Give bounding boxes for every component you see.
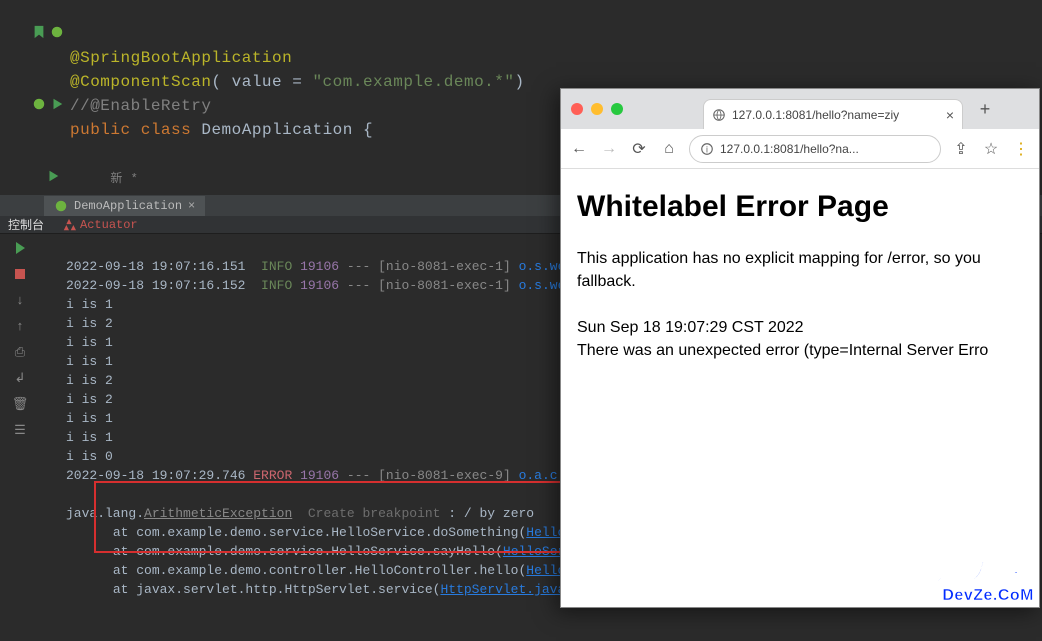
window-controls[interactable] [571,103,623,115]
wrap-icon[interactable]: ↲ [12,370,28,386]
log-line: 2022-09-18 19:07:29.746 ERROR 19106 --- … [66,468,573,483]
share-icon[interactable]: ⇪ [951,139,971,159]
home-button[interactable]: ⌂ [659,140,679,158]
stop-icon[interactable] [12,266,28,282]
reload-button[interactable]: ⟳ [629,139,649,159]
more-icon[interactable]: ☰ [12,422,28,438]
rerun-icon[interactable] [12,240,28,256]
log-line: i is 2 [66,373,113,388]
tab-console[interactable]: 控制台 [8,216,44,233]
annotation: @ComponentScan [70,73,211,91]
run-config-label: DemoApplication [74,199,182,213]
run-config-tab[interactable]: DemoApplication × [44,196,205,216]
svg-text:i: i [706,144,708,154]
run-play-icon[interactable] [50,97,64,115]
stack-line: at com.example.demo.service.HelloService… [66,525,604,540]
globe-icon [712,108,726,122]
run-toolbar: ↓ ↑ ⎙ ↲ 🗑 ☰ [0,234,40,641]
browser-window: 127.0.0.1:8081/hello?name=ziy × + ← → ⟳ … [560,88,1040,608]
tab-title: 127.0.0.1:8081/hello?name=ziy [732,108,940,122]
url-text: 127.0.0.1:8081/hello?na... [720,142,859,156]
minimize-window-icon[interactable] [591,103,603,115]
forward-button[interactable]: → [599,140,619,158]
comment: //@EnableRetry [70,97,211,115]
watermark: 开 发 者 DevZe.CoM [936,555,1034,605]
bookmark-icon[interactable] [32,25,46,43]
trash-icon[interactable]: 🗑 [12,396,28,412]
error-detail: There was an unexpected error (type=Inte… [577,339,1023,362]
close-icon[interactable]: × [188,199,195,213]
editor-gutter [0,0,70,195]
error-title: Whitelabel Error Page [577,185,1023,229]
tab-actuator[interactable]: Actuator [62,218,138,232]
spring-icon[interactable] [50,25,64,43]
annotation: @SpringBootApplication [70,49,292,67]
new-tab-button[interactable]: + [973,99,997,120]
run-class-icon[interactable] [32,97,46,115]
browser-tab[interactable]: 127.0.0.1:8081/hello?name=ziy × [703,99,963,129]
stack-line: at javax.servlet.http.HttpServlet.servic… [66,582,565,597]
browser-titlebar: 127.0.0.1:8081/hello?name=ziy × + [561,89,1039,129]
log-line: 2022-09-18 19:07:16.151 INFO 19106 --- [… [66,259,573,274]
tab-close-icon[interactable]: × [946,107,954,123]
log-line: i is 1 [66,335,113,350]
stack-line: at com.example.demo.service.HelloService… [66,544,589,559]
log-line: i is 1 [66,411,113,426]
change-marker: 新 * [110,172,138,186]
log-line: i is 0 [66,449,113,464]
exception-line: java.lang.ArithmeticException Create bre… [66,506,534,521]
log-line: i is 1 [66,430,113,445]
filter-icon[interactable]: ⎙ [12,344,28,360]
info-icon: i [700,142,714,156]
log-line: i is 2 [66,392,113,407]
down-icon[interactable]: ↓ [12,292,28,308]
back-button[interactable]: ← [569,140,589,158]
maximize-window-icon[interactable] [611,103,623,115]
browser-toolbar: ← → ⟳ ⌂ i 127.0.0.1:8081/hello?na... ⇪ ☆… [561,129,1039,169]
page-content: Whitelabel Error Page This application h… [561,169,1039,607]
log-line: 2022-09-18 19:07:16.152 INFO 19106 --- [… [66,278,573,293]
close-window-icon[interactable] [571,103,583,115]
error-desc: This application has no explicit mapping… [577,247,1023,293]
spring-icon [54,199,68,213]
log-line: i is 1 [66,297,113,312]
log-line: i is 2 [66,316,113,331]
up-icon[interactable]: ↑ [12,318,28,334]
stack-line: at com.example.demo.controller.HelloCont… [66,563,581,578]
log-line: i is 1 [66,354,113,369]
address-bar[interactable]: i 127.0.0.1:8081/hello?na... [689,135,941,163]
extensions-icon[interactable]: ⋮ [1011,139,1031,159]
error-timestamp: Sun Sep 18 19:07:29 CST 2022 [577,316,1023,339]
bookmark-star-icon[interactable]: ☆ [981,139,1001,159]
run-main-icon[interactable] [46,169,60,187]
